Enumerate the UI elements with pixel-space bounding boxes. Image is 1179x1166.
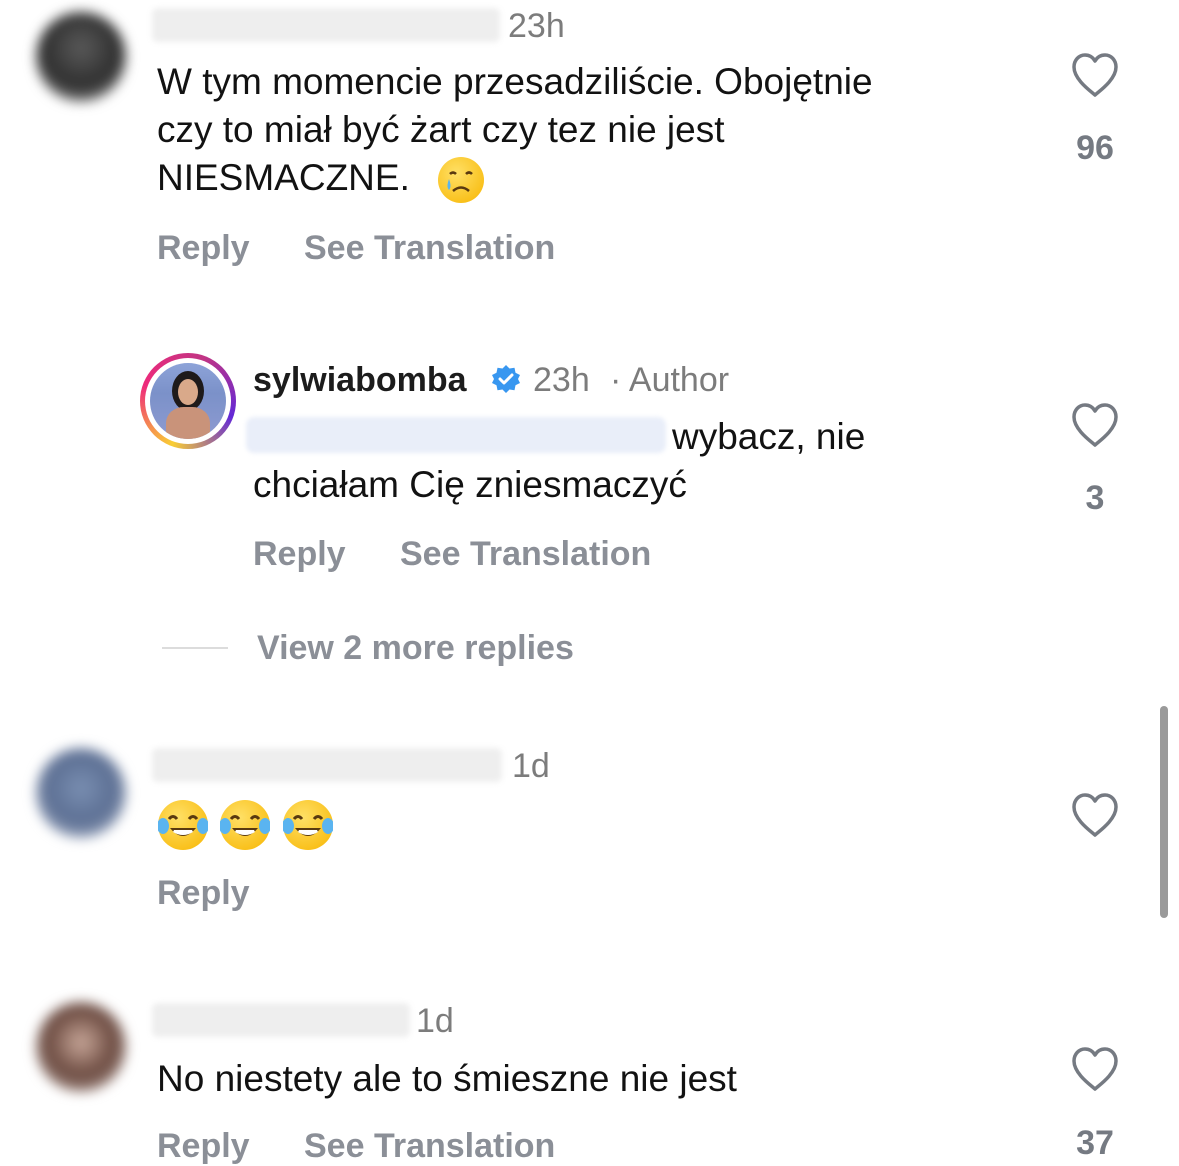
heart-outline-icon[interactable]	[1070, 52, 1120, 98]
reply-button[interactable]: Reply	[157, 873, 250, 913]
comment-text-line: W tym momencie przesadziliście. Obojętni…	[157, 61, 873, 102]
like-count: 3	[1085, 479, 1105, 517]
heart-outline-icon[interactable]	[1070, 402, 1120, 448]
reply-button[interactable]: Reply	[157, 1126, 250, 1166]
comment-time: 1d	[512, 747, 550, 785]
author-tag: · Author	[610, 361, 730, 399]
avatar[interactable]	[36, 12, 126, 102]
tears-of-joy-emoji	[158, 800, 208, 850]
view-more-replies-button[interactable]: View 2 more replies	[257, 628, 574, 668]
comment-text: W tym momencie przesadziliście. Obojętni…	[157, 58, 1037, 204]
tears-of-joy-emoji	[220, 800, 271, 850]
heart-outline-icon[interactable]	[1070, 792, 1120, 838]
heart-outline-icon[interactable]	[1070, 1046, 1120, 1092]
username[interactable]: sylwiabomba	[253, 360, 467, 400]
avatar[interactable]	[36, 1002, 126, 1092]
avatar	[150, 363, 226, 439]
comment-text-line: wybacz, nie	[672, 416, 866, 457]
comment-time: 1d	[416, 1002, 454, 1040]
comment-text-line: chciałam Cię zniesmaczyć	[253, 464, 687, 505]
avatar[interactable]	[36, 748, 126, 838]
see-translation-button[interactable]: See Translation	[400, 534, 651, 574]
divider-line	[162, 647, 228, 649]
comment-text-line: NIESMACZNE.	[157, 157, 410, 198]
verified-badge-icon	[492, 365, 520, 393]
blurred-username[interactable]	[152, 1003, 410, 1037]
comment-time: 23h	[533, 361, 590, 399]
see-translation-button[interactable]: See Translation	[304, 228, 555, 268]
blurred-mention[interactable]	[246, 417, 666, 453]
see-translation-button[interactable]: See Translation	[304, 1126, 555, 1166]
comment-text-line: NIESMACZNE.	[157, 154, 1037, 204]
avatar-story-ring[interactable]	[140, 353, 236, 449]
comment-text-line: No niestety ale to śmieszne nie jest	[157, 1058, 737, 1099]
blurred-username[interactable]	[152, 748, 502, 782]
crying-face-emoji	[438, 157, 485, 204]
comment-text-line: czy to miał być żart czy tez nie jest	[157, 109, 725, 150]
comment-emoji-row	[158, 800, 333, 850]
blurred-username[interactable]	[152, 8, 500, 42]
reply-button[interactable]: Reply	[253, 534, 346, 574]
reply-button[interactable]: Reply	[157, 228, 250, 268]
like-count: 37	[1076, 1124, 1114, 1162]
comment-time: 23h	[508, 7, 565, 45]
scrollbar-thumb[interactable]	[1160, 706, 1168, 918]
like-count: 96	[1076, 129, 1114, 167]
tears-of-joy-emoji	[282, 800, 333, 850]
